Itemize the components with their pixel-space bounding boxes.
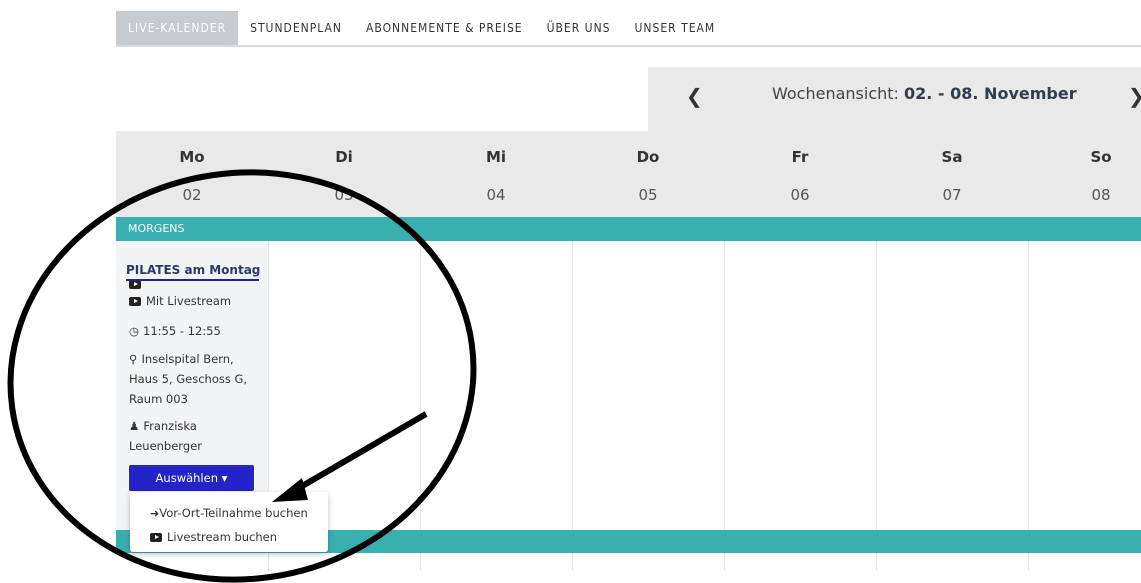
annotation-arrow-head: [272, 478, 308, 502]
annotation-overlay: [7, 169, 477, 583]
annotation-circle: [7, 169, 477, 583]
annotation-arrow-shaft: [290, 411, 428, 495]
